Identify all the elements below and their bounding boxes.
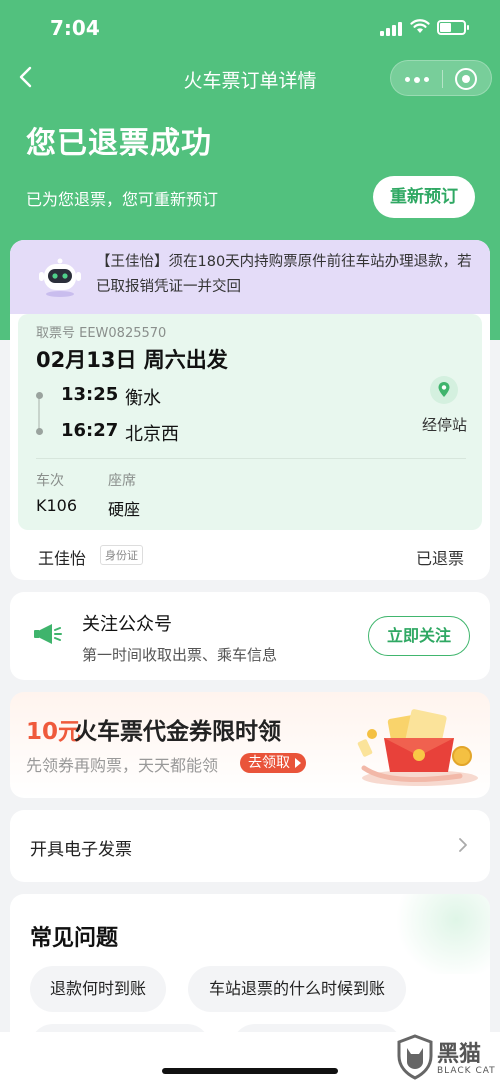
follow-button[interactable]: 立即关注 (368, 616, 470, 656)
chevron-right-icon (459, 838, 467, 852)
location-pin-icon[interactable] (430, 376, 458, 404)
miniprogram-capsule (390, 60, 492, 96)
battery-icon (437, 20, 469, 35)
close-miniprogram-icon[interactable] (455, 68, 477, 90)
seat-type: 硬座 (108, 500, 141, 519)
faq-chip[interactable]: 车站退票的什么时候到账 (188, 966, 406, 1012)
passenger-name: 王佳怡 (38, 549, 87, 568)
departure-dot (36, 392, 43, 399)
follow-account-card: 关注公众号 第一时间收取出票、乘车信息 立即关注 (10, 592, 490, 680)
follow-title: 关注公众号 (82, 614, 172, 635)
rebook-button[interactable]: 重新预订 (373, 176, 475, 218)
invoice-row[interactable]: 开具电子发票 (10, 810, 490, 882)
shield-cat-logo-icon (397, 1034, 433, 1080)
ticket-divider (36, 458, 466, 459)
train-number: K106 (36, 496, 78, 515)
faq-chip[interactable]: 退款何时到账 (30, 966, 166, 1012)
refund-subtitle: 已为您退票，您可重新预订 (26, 190, 219, 209)
capsule-divider (442, 70, 443, 88)
ticket-card: 【王佳怡】须在180天内持购票原件前往车站办理退款，若已取报销凭证一并交回 取票… (10, 240, 490, 580)
more-icon[interactable] (405, 76, 429, 83)
watermark-subtext: BLACK CAT (437, 1066, 496, 1076)
home-indicator[interactable] (162, 1068, 338, 1074)
status-time: 7:04 (50, 16, 100, 40)
departure-time: 13:25 (61, 384, 119, 405)
faq-section: 常见问题 退款何时到账 车站退票的什么时候到账 (10, 894, 490, 1054)
refund-notice: 【王佳怡】须在180天内持购票原件前往车站办理退款，若已取报销凭证一并交回 (10, 240, 490, 314)
coupon-subtitle: 先领券再购票，天天都能领 (26, 756, 219, 775)
status-bar: 7:04 (0, 0, 500, 56)
invoice-label: 开具电子发票 (30, 840, 132, 860)
stops-link[interactable]: 经停站 (422, 414, 467, 435)
coupon-amount: 10元 (26, 719, 82, 745)
ticket-status: 已退票 (415, 549, 464, 568)
faq-title: 常见问题 (30, 926, 119, 951)
arrival-time: 16:27 (61, 420, 119, 441)
cellular-signal-icon (380, 22, 404, 36)
ticket-details: 取票号 EEW0825570 02月13日 周六出发 13:25 衡水 16:2… (18, 314, 482, 530)
megaphone-icon (34, 624, 62, 644)
red-envelope-illustration (357, 709, 478, 786)
wifi-icon (410, 19, 430, 33)
watermark-text: 黑猫 (437, 1042, 482, 1067)
follow-subtitle: 第一时间收取出票、乘车信息 (82, 646, 278, 664)
train-number-label: 车次 (36, 473, 64, 489)
robot-mascot-icon (39, 258, 81, 297)
watermark: 黑猫 BLACK CAT (395, 1034, 500, 1082)
departure-station: 衡水 (125, 388, 161, 409)
depart-date: 02月13日 周六出发 (36, 348, 228, 372)
coupon-banner[interactable]: 10元 火车票代金券限时领 先领券再购票，天天都能领 去领取 (10, 692, 490, 798)
refund-success-title: 您已退票成功 (26, 126, 212, 161)
arrival-dot (36, 428, 43, 435)
faq-decoration (390, 894, 490, 974)
seat-type-label: 座席 (108, 473, 136, 489)
pickup-number: 取票号 EEW0825570 (36, 326, 167, 341)
id-type-badge: 身份证 (100, 545, 143, 565)
claim-coupon-button[interactable]: 去领取 (240, 753, 306, 773)
arrival-station: 北京西 (125, 424, 179, 445)
coupon-title: 火车票代金券限时领 (74, 719, 281, 745)
refund-notice-text: 【王佳怡】须在180天内持购票原件前往车站办理退款，若已取报销凭证一并交回 (96, 254, 472, 295)
